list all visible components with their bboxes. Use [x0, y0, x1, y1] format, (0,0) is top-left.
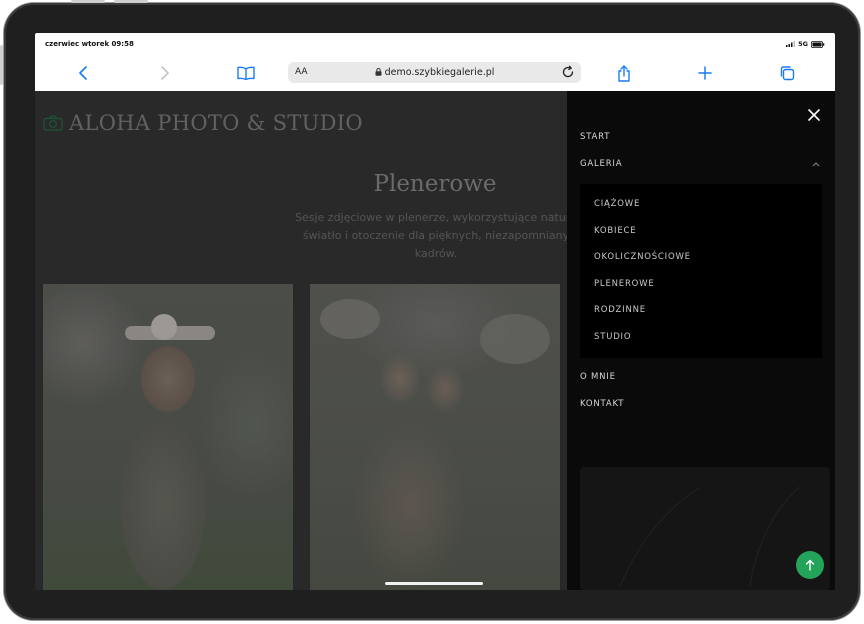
share-icon — [618, 64, 630, 82]
tabs-button[interactable] — [776, 63, 798, 83]
address-bar[interactable]: AA demo.szybkiegalerie.pl — [288, 62, 581, 83]
page-description: Sesje zdjęciowe w plenerze, wykorzystują… — [281, 209, 591, 263]
photo-highlight — [151, 314, 177, 340]
volume-button — [71, 0, 105, 3]
share-button[interactable] — [613, 63, 635, 83]
bookmarks-button[interactable] — [235, 63, 257, 83]
menu-item-start[interactable]: START — [580, 132, 610, 142]
volume-button — [114, 0, 148, 3]
status-time: czerwiec wtorek 09:58 — [45, 40, 134, 48]
new-tab-icon — [698, 66, 712, 80]
description-line: światło i otoczenie dla pięknych, niezap… — [302, 229, 570, 242]
home-indicator — [385, 582, 483, 585]
url-display[interactable]: demo.szybkiegalerie.pl — [288, 67, 581, 78]
photo-highlight — [480, 314, 550, 364]
web-page: ALOHA PHOTO & STUDIO Plenerowe Sesje zdj… — [35, 91, 835, 590]
description-line: kadrów. — [414, 247, 458, 260]
status-indicators: 5G — [786, 40, 825, 48]
lock-icon — [375, 68, 382, 76]
submenu-item-studio[interactable]: STUDIO — [594, 332, 631, 342]
photo-highlight — [320, 299, 380, 339]
submenu-item-rodzinne[interactable]: RODZINNE — [594, 305, 646, 315]
tabs-icon — [780, 66, 795, 81]
close-menu-button[interactable] — [807, 107, 821, 121]
menu-item-galeria[interactable]: GALERIA — [580, 159, 622, 169]
browser-toolbar: AA demo.szybkiegalerie.pl — [35, 56, 835, 92]
back-button[interactable] — [72, 63, 94, 83]
reload-button[interactable] — [560, 64, 576, 84]
logo-text: ALOHA PHOTO & STUDIO — [69, 111, 363, 135]
menu-item-o-mnie[interactable]: O MNIE — [580, 372, 616, 382]
submenu-item-plenerowe[interactable]: PLENEROWE — [594, 279, 655, 289]
gallery-photo[interactable] — [43, 284, 293, 590]
submenu-item-okolicznosciowe[interactable]: OKOLICZNOŚCIOWE — [594, 252, 691, 262]
close-icon — [808, 109, 820, 121]
submenu-item-kobiece[interactable]: KOBIECE — [594, 226, 636, 236]
network-label: 5G — [798, 40, 808, 48]
power-button — [0, 45, 3, 85]
forward-button[interactable] — [154, 63, 176, 83]
gallery-photo[interactable] — [580, 467, 830, 590]
description-line: Sesje zdjęciowe w plenerze, wykorzystują… — [295, 211, 577, 224]
back-icon — [79, 66, 87, 80]
status-bar: czerwiec wtorek 09:58 5G — [35, 33, 835, 56]
submenu-item-ciazowe[interactable]: CIĄŻOWE — [594, 199, 640, 209]
scroll-to-top-button[interactable] — [796, 551, 824, 579]
site-logo[interactable]: ALOHA PHOTO & STUDIO — [43, 111, 363, 135]
chevron-up-icon[interactable] — [812, 161, 820, 167]
camera-icon — [43, 115, 63, 131]
palm-leaf-decoration — [619, 486, 801, 588]
battery-icon — [811, 40, 825, 48]
gallery-photo[interactable] — [310, 284, 560, 590]
menu-item-kontakt[interactable]: KONTAKT — [580, 399, 624, 409]
signal-icon — [786, 41, 796, 47]
bookmarks-icon — [237, 66, 255, 80]
forward-icon — [161, 66, 169, 80]
new-tab-button[interactable] — [694, 63, 716, 83]
arrow-up-icon — [805, 559, 815, 571]
reload-icon — [562, 65, 574, 78]
screen: czerwiec wtorek 09:58 5G AA demo.szybkie… — [35, 33, 835, 590]
url-text: demo.szybkiegalerie.pl — [384, 67, 495, 78]
page-title: Plenerowe — [373, 171, 497, 197]
gallery-submenu: CIĄŻOWE KOBIECE OKOLICZNOŚCIOWE PLENEROW… — [580, 184, 822, 358]
